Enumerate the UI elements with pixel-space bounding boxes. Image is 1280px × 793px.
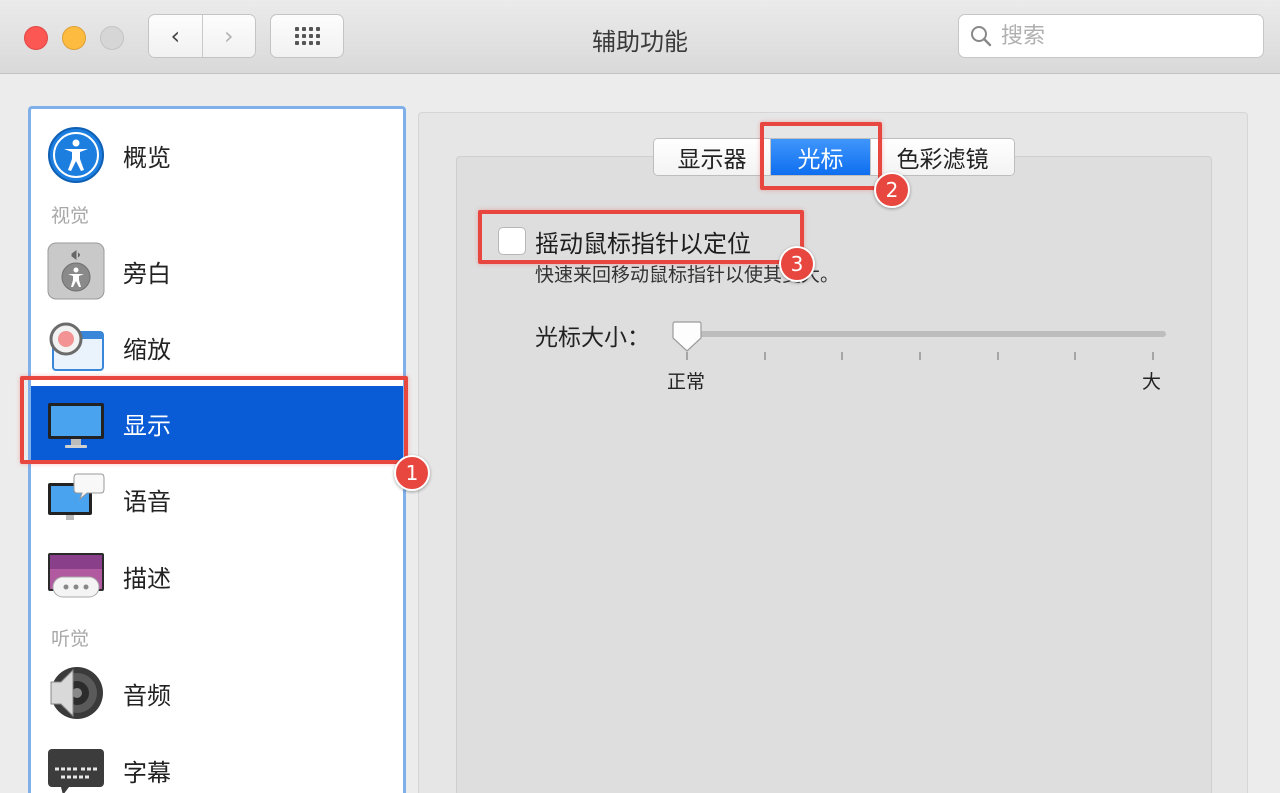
sidebar-item-label: 语音: [123, 487, 171, 516]
annotation-box-2: [760, 122, 882, 190]
section-header-hearing: 听觉: [51, 628, 90, 650]
captions-icon: [48, 749, 104, 793]
tab-color-filters[interactable]: 色彩滤镜: [870, 139, 1014, 175]
cursor-size-slider-track[interactable]: [686, 331, 1166, 337]
search-field[interactable]: [958, 14, 1264, 58]
cursor-size-label: 光标大小：: [535, 325, 650, 351]
slider-tick: [1152, 352, 1154, 360]
annotation-badge-2: 2: [874, 172, 910, 208]
annotation-badge-3: 3: [779, 246, 815, 282]
slider-tick: [686, 352, 688, 360]
voiceover-icon: [47, 242, 105, 300]
sidebar-item-audio[interactable]: 音频: [31, 656, 403, 730]
title-bar: ‹ › 辅助功能: [0, 0, 1280, 74]
accessibility-icon: [48, 127, 104, 183]
search-icon: [971, 26, 992, 47]
zoom-icon: [49, 322, 104, 371]
sidebar-item-label: 缩放: [123, 335, 171, 364]
slider-tick: [919, 352, 921, 360]
sidebar-item-label: 字幕: [123, 758, 171, 787]
sidebar-item-speech[interactable]: 语音: [31, 462, 403, 536]
sidebar-item-label: 描述: [123, 564, 171, 593]
sidebar-item-label: 音频: [123, 681, 171, 710]
sidebar-item-descriptions[interactable]: 描述: [31, 539, 403, 613]
sidebar-item-captions[interactable]: 字幕: [31, 733, 403, 793]
sidebar-item-label: 概览: [123, 143, 171, 172]
slider-tick: [997, 352, 999, 360]
slider-tick: [764, 352, 766, 360]
search-input[interactable]: [1001, 23, 1241, 49]
sidebar-item-zoom[interactable]: 缩放: [31, 310, 403, 384]
section-header-vision: 视觉: [51, 205, 90, 227]
annotation-badge-1: 1: [394, 455, 430, 491]
annotation-box-3: [478, 210, 804, 264]
sidebar-item-voiceover[interactable]: 旁白: [31, 234, 403, 308]
speech-icon: [48, 473, 105, 520]
slider-tick: [1074, 352, 1076, 360]
speaker-icon: [50, 667, 103, 719]
slider-tick: [841, 352, 843, 360]
cursor-size-slider-thumb[interactable]: [672, 320, 702, 352]
cursor-size-min-label: 正常: [667, 371, 706, 393]
sidebar-item-overview[interactable]: 概览: [31, 118, 403, 192]
tab-display[interactable]: 显示器: [654, 139, 770, 175]
annotation-box-1: [20, 376, 408, 464]
descriptions-icon: [48, 553, 104, 598]
sidebar-item-label: 旁白: [123, 259, 171, 288]
cursor-size-max-label: 大: [1142, 371, 1162, 393]
